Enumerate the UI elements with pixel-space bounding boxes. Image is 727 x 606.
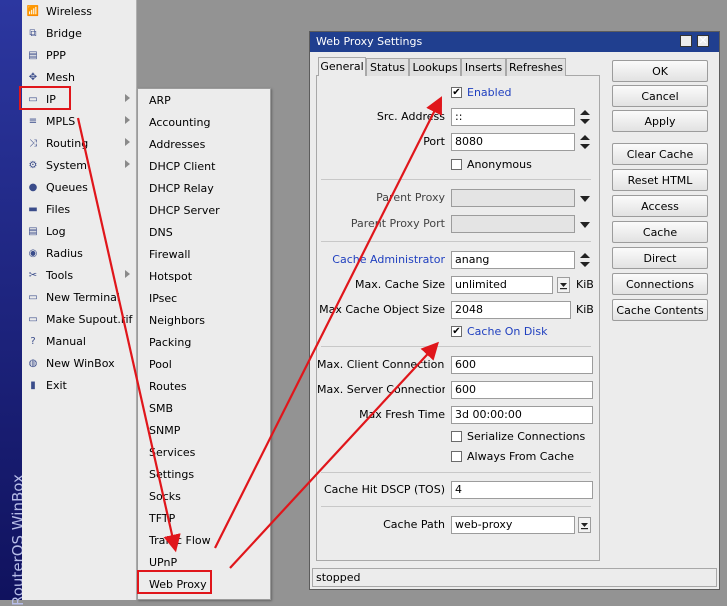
annotation-arrows bbox=[76, 96, 442, 569]
arrow-to-enabled bbox=[214, 96, 442, 549]
arrow-ip-to-webproxy bbox=[76, 117, 181, 553]
